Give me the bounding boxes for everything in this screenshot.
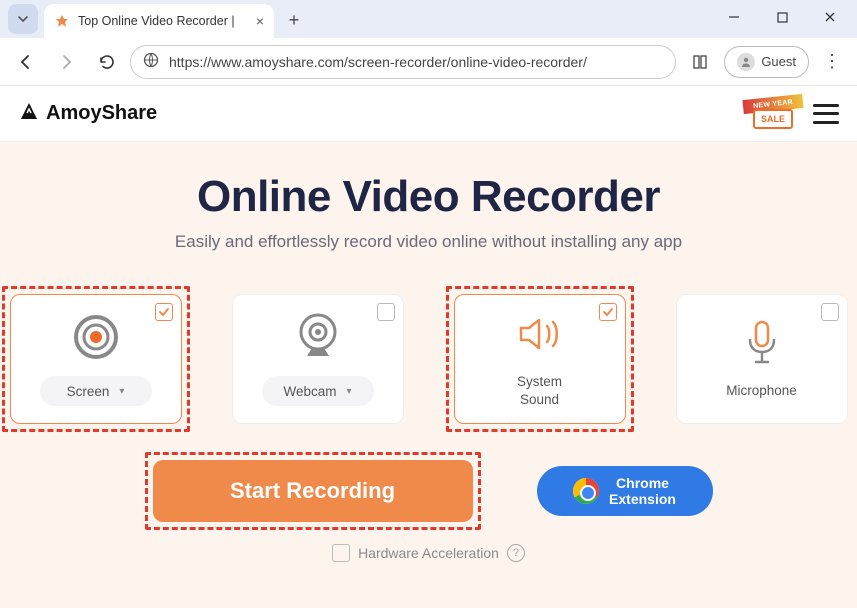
avatar-icon <box>737 53 755 71</box>
sale-badge[interactable]: NEW YEAR SALE <box>747 95 799 133</box>
browser-tab[interactable]: Top Online Video Recorder | × <box>44 4 274 38</box>
hamburger-bar <box>813 104 839 107</box>
chrome-extension-button[interactable]: Chrome Extension <box>537 466 713 516</box>
hardware-accel-label: Hardware Acceleration <box>358 545 499 561</box>
screen-card[interactable]: Screen ▾ <box>10 294 182 424</box>
minimize-button[interactable] <box>713 2 755 32</box>
arrow-right-icon <box>57 53 75 71</box>
reload-icon <box>98 53 115 70</box>
webcam-card-wrap: Webcam ▾ <box>224 286 412 432</box>
logo-mark-icon <box>18 100 40 128</box>
site-info-icon[interactable] <box>143 52 159 71</box>
screen-card-highlight: Screen ▾ <box>2 286 190 432</box>
chrome-icon <box>573 478 599 504</box>
hamburger-bar <box>813 121 839 124</box>
sale-body-text: SALE <box>753 109 793 129</box>
hardware-accel-checkbox[interactable] <box>332 544 350 562</box>
webcam-dropdown[interactable]: Webcam ▾ <box>262 376 374 406</box>
tab-close-button[interactable]: × <box>256 13 264 29</box>
chevron-down-icon: ▾ <box>119 386 124 397</box>
extension-label: Chrome Extension <box>609 475 676 507</box>
microphone-label: Microphone <box>726 382 797 400</box>
page-subtitle: Easily and effortlessly record video onl… <box>40 232 817 252</box>
profile-label: Guest <box>761 54 796 69</box>
window-controls <box>713 2 857 38</box>
microphone-checkbox[interactable] <box>821 303 839 321</box>
webcam-card[interactable]: Webcam ▾ <box>232 294 404 424</box>
close-window-button[interactable] <box>809 2 851 32</box>
check-icon <box>602 306 614 318</box>
close-icon <box>824 11 836 23</box>
site-menu-button[interactable] <box>813 104 839 124</box>
address-bar[interactable]: https://www.amoyshare.com/screen-recorde… <box>130 45 676 79</box>
start-recording-button[interactable]: Start Recording <box>153 460 473 522</box>
help-icon[interactable]: ? <box>507 544 525 562</box>
site-logo[interactable]: AmoyShare <box>18 100 157 128</box>
webcam-icon <box>295 312 341 362</box>
webcam-label: Webcam <box>283 384 336 399</box>
back-button[interactable] <box>10 46 42 78</box>
system-sound-label: System Sound <box>517 373 562 408</box>
browser-toolbar: https://www.amoyshare.com/screen-recorde… <box>0 38 857 86</box>
source-cards: Screen ▾ Webcam ▾ <box>40 286 817 432</box>
tab-title: Top Online Video Recorder | <box>78 14 248 28</box>
screen-label: Screen <box>67 384 110 399</box>
microphone-icon <box>744 318 780 368</box>
browser-titlebar: Top Online Video Recorder | × + <box>0 0 857 38</box>
check-icon <box>158 306 170 318</box>
url-text: https://www.amoyshare.com/screen-recorde… <box>169 54 663 70</box>
microphone-card[interactable]: Microphone <box>676 294 848 424</box>
microphone-card-wrap: Microphone <box>668 286 856 432</box>
chevron-down-icon: ▾ <box>347 386 352 397</box>
screen-dropdown[interactable]: Screen ▾ <box>40 376 152 406</box>
maximize-button[interactable] <box>761 2 803 32</box>
hamburger-bar <box>813 112 839 115</box>
system-sound-card-highlight: System Sound <box>446 286 634 432</box>
minimize-icon <box>728 11 740 23</box>
start-label: Start Recording <box>230 478 395 504</box>
actions-row: Start Recording Chrome Extension <box>40 452 817 530</box>
webcam-checkbox[interactable] <box>377 303 395 321</box>
system-sound-card[interactable]: System Sound <box>454 294 626 424</box>
maximize-icon <box>777 12 788 23</box>
record-icon <box>71 312 121 362</box>
profile-button[interactable]: Guest <box>724 46 809 78</box>
hardware-accel-row: Hardware Acceleration ? <box>40 544 817 562</box>
speaker-icon <box>515 309 565 359</box>
arrow-left-icon <box>17 53 35 71</box>
page-title: Online Video Recorder <box>40 172 817 222</box>
system-sound-checkbox[interactable] <box>599 303 617 321</box>
tab-search-button[interactable] <box>8 4 38 34</box>
start-button-highlight: Start Recording <box>145 452 481 530</box>
reader-mode-button[interactable] <box>684 46 716 78</box>
browser-menu-button[interactable]: ⋮ <box>817 47 847 77</box>
logo-text: AmoyShare <box>46 102 157 125</box>
screen-checkbox[interactable] <box>155 303 173 321</box>
chevron-down-icon <box>17 13 29 25</box>
page-content: Online Video Recorder Easily and effortl… <box>0 142 857 608</box>
tab-favicon-icon <box>54 13 70 29</box>
new-tab-button[interactable]: + <box>280 6 308 34</box>
reader-icon <box>692 54 708 70</box>
reload-button[interactable] <box>90 46 122 78</box>
site-header: AmoyShare NEW YEAR SALE <box>0 86 857 142</box>
forward-button[interactable] <box>50 46 82 78</box>
